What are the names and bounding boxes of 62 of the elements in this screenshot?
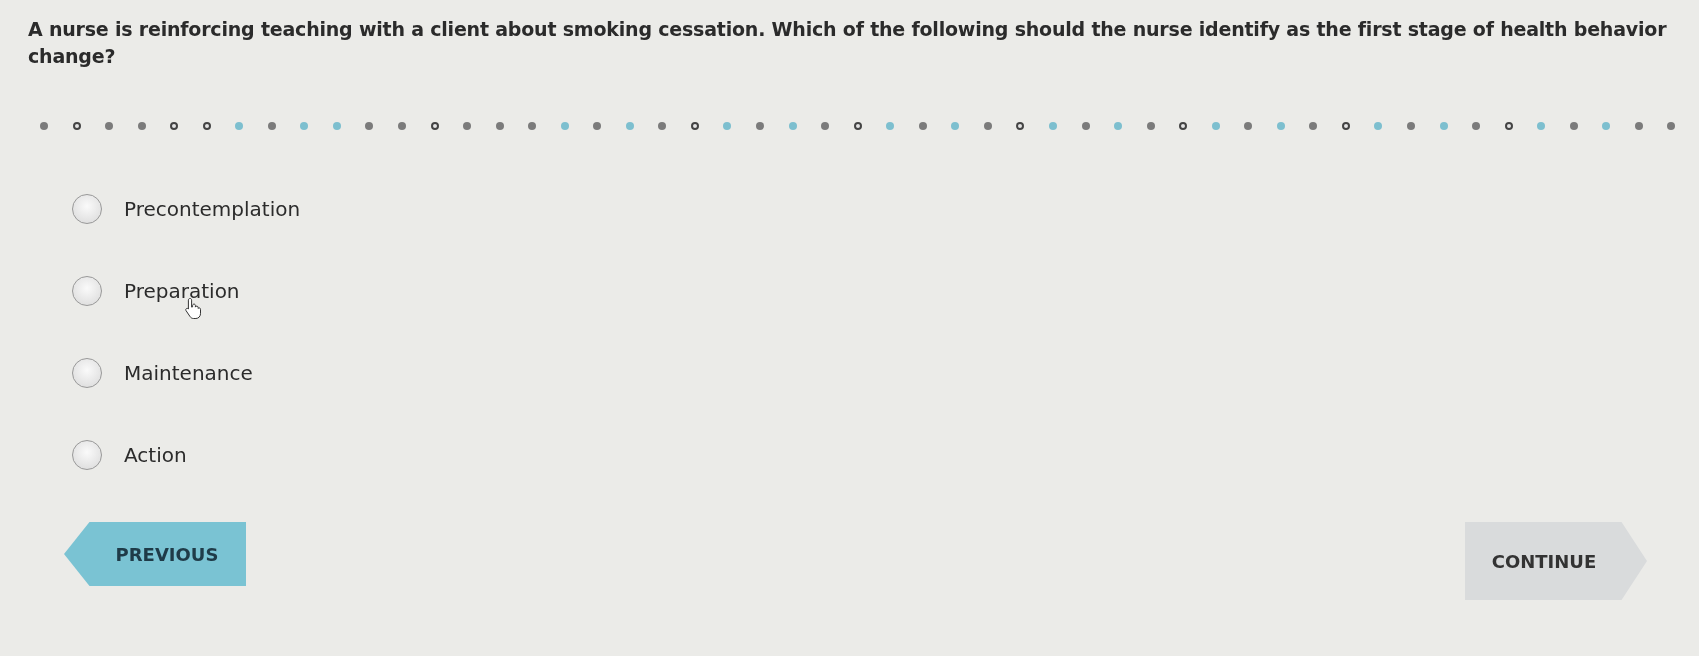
option-label[interactable]: Action [124, 443, 187, 467]
radio-button[interactable] [72, 194, 102, 224]
progress-dot[interactable] [853, 122, 862, 130]
progress-dot[interactable] [788, 122, 797, 130]
progress-dot[interactable] [528, 122, 537, 130]
progress-dot[interactable] [267, 122, 276, 130]
progress-dot[interactable] [658, 122, 667, 130]
option-label[interactable]: Maintenance [124, 361, 253, 385]
radio-button[interactable] [72, 276, 102, 306]
progress-dot[interactable] [1406, 122, 1415, 130]
progress-dot[interactable] [398, 122, 406, 130]
progress-dot[interactable] [202, 122, 211, 130]
progress-dot[interactable] [690, 122, 699, 130]
progress-dot[interactable] [1472, 122, 1481, 130]
question-text: A nurse is reinforcing teaching with a client about smoking cessation. Which of the following should the nurse identify as the first stage of health behavior change? [28, 17, 1668, 69]
progress-dot[interactable] [1211, 122, 1220, 130]
progress-dot[interactable] [300, 122, 309, 130]
progress-dot[interactable] [430, 122, 439, 130]
progress-dot[interactable] [1048, 122, 1057, 130]
option-label[interactable]: Precontemplation [124, 197, 301, 221]
progress-dot[interactable] [560, 122, 569, 130]
progress-dot[interactable] [1114, 122, 1123, 130]
radio-button[interactable] [72, 358, 102, 388]
progress-dot[interactable] [1667, 122, 1676, 130]
progress-dot[interactable] [886, 122, 895, 130]
progress-dot[interactable] [170, 122, 179, 130]
radio-button[interactable] [72, 440, 102, 470]
progress-dot[interactable] [1276, 122, 1285, 130]
progress-dot[interactable] [1374, 122, 1383, 130]
progress-dot[interactable] [1341, 122, 1350, 130]
nav-button[interactable]: CONTINUE [1465, 522, 1647, 600]
progress-dot[interactable] [235, 122, 244, 130]
progress-dot[interactable] [625, 122, 634, 130]
progress-dot[interactable] [1569, 122, 1578, 130]
progress-dot[interactable] [1179, 122, 1188, 130]
progress-dot[interactable] [951, 122, 960, 130]
progress-dot[interactable] [1146, 122, 1155, 130]
nav-button[interactable]: PREVIOUS [64, 522, 246, 586]
progress-dot[interactable] [983, 122, 992, 130]
progress-dot[interactable] [365, 122, 374, 130]
progress-dot[interactable] [495, 122, 504, 130]
progress-dot[interactable] [1439, 122, 1448, 130]
progress-dot[interactable] [1081, 122, 1090, 130]
progress-dot[interactable] [1634, 122, 1643, 130]
progress-dot[interactable] [1504, 122, 1513, 130]
progress-dot[interactable] [723, 122, 732, 130]
progress-dot[interactable] [72, 122, 81, 130]
progress-dot[interactable] [1309, 122, 1318, 130]
progress-dot[interactable] [1244, 122, 1253, 130]
progress-dot[interactable] [821, 122, 830, 130]
progress-dot[interactable] [593, 122, 602, 130]
progress-dot[interactable] [1016, 122, 1025, 130]
progress-dot[interactable] [40, 122, 48, 130]
progress-dot[interactable] [332, 122, 341, 130]
progress-dot[interactable] [137, 122, 146, 130]
progress-dot[interactable] [918, 122, 927, 130]
progress-dot[interactable] [463, 122, 472, 130]
progress-dot[interactable] [756, 122, 765, 130]
progress-dot[interactable] [1537, 122, 1546, 130]
progress-dot[interactable] [1602, 122, 1611, 130]
progress-dot[interactable] [105, 122, 114, 130]
option-label[interactable]: Preparation [124, 279, 240, 303]
